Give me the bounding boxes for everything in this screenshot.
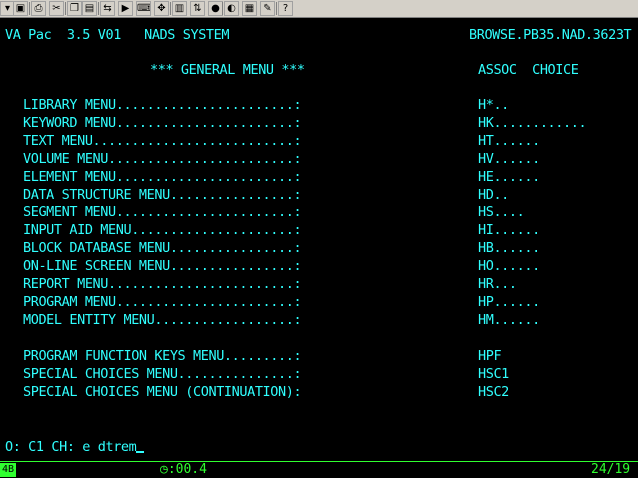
timer-value: :00.4: [167, 462, 207, 477]
toolbar-separator: [98, 2, 99, 15]
menu-item-label: LIBRARY MENU.......................:: [23, 97, 302, 113]
edit-icon[interactable]: ✎: [260, 1, 275, 16]
menu-item-code[interactable]: HM......: [478, 312, 540, 328]
command-line[interactable]: O: C1 CH: e dtrem: [5, 439, 145, 455]
connect-icon[interactable]: ⇆: [100, 1, 115, 16]
command-prefix: O: C1 CH:: [5, 439, 83, 455]
menu-item-label: MODEL ENTITY MENU..................:: [23, 311, 302, 328]
menu-item-code[interactable]: HT......: [478, 133, 540, 149]
record-icon[interactable]: ●: [208, 1, 223, 16]
menu-item-code[interactable]: HD..: [478, 187, 509, 203]
cursor-position: 24/19: [591, 462, 631, 477]
macro-icon[interactable]: ▶: [118, 1, 133, 16]
print-icon[interactable]: ⎙: [31, 1, 46, 16]
paste-icon[interactable]: ▤: [82, 1, 97, 16]
cut-icon[interactable]: ✂: [49, 1, 64, 16]
transfer-icon[interactable]: ⇅: [190, 1, 205, 16]
command-input[interactable]: e dtrem: [82, 439, 137, 455]
copy-icon[interactable]: ❐: [67, 1, 82, 16]
colors-icon[interactable]: ◐: [224, 1, 239, 16]
tools-icon[interactable]: ✥: [154, 1, 169, 16]
menu-item-label: PROGRAM FUNCTION KEYS MENU.........:: [23, 348, 302, 364]
menu-item-code[interactable]: HS....: [478, 204, 525, 220]
menu-item-code[interactable]: HI......: [478, 222, 540, 238]
menu-item-label: SEGMENT MENU.......................:: [23, 204, 302, 221]
menu-item-code[interactable]: HE......: [478, 169, 540, 185]
session-id: BROWSE.PB35.NAD.3623T: [469, 27, 632, 43]
text-cursor: [136, 451, 145, 453]
menu-item-label: ELEMENT MENU.......................:: [23, 168, 302, 185]
menu-item-label: PROGRAM MENU.......................:: [23, 293, 302, 310]
timer-readout: ◷:00.4: [160, 462, 207, 478]
menu-item-label: SPECIAL CHOICES MENU...............:: [23, 365, 302, 382]
terminal-screen[interactable]: VA Pac 3.5 V01 NADS SYSTEM BROWSE.PB35.N…: [0, 18, 638, 461]
menu-item-label: KEYWORD MENU.......................:: [23, 114, 302, 131]
help-icon[interactable]: ?: [278, 1, 293, 16]
menu-item-label: BLOCK DATABASE MENU................:: [23, 240, 302, 257]
menu-item-code[interactable]: HSC2: [478, 384, 509, 400]
menu-item-code[interactable]: HO......: [478, 258, 540, 274]
clock-icon: ◷: [160, 462, 168, 477]
toolbar-separator: [29, 2, 30, 15]
keyboard-icon[interactable]: ⌨: [136, 1, 151, 16]
menu-item-code[interactable]: HK............: [478, 115, 587, 131]
menu-item-code[interactable]: HSC1: [478, 366, 509, 382]
menu-item-label: SPECIAL CHOICES MENU (CONTINUATION):: [23, 383, 302, 400]
session-indicator: 4B: [0, 463, 16, 477]
menu-item-label: INPUT AID MENU.....................:: [23, 222, 302, 239]
toolbar: ▾ ▣ ⎙ ✂ ❐ ▤ ⇆ ▶ ⌨ ✥ ▥ ⇅ ● ◐ ▦ ✎?: [0, 0, 638, 18]
status-bar: 4B ◷:00.4 24/19: [0, 461, 638, 478]
page-title: *** GENERAL MENU ***: [150, 62, 305, 78]
settings-icon[interactable]: ▦: [242, 1, 257, 16]
menu-item-label: VOLUME MENU........................:: [23, 150, 302, 167]
save-icon[interactable]: ▣: [13, 1, 28, 16]
menu-item-code[interactable]: H*..: [478, 97, 509, 113]
menu-item-label: ON-LINE SCREEN MENU................:: [23, 258, 302, 275]
menu-item-code[interactable]: HR...: [478, 276, 517, 292]
menu-item-code[interactable]: HB......: [478, 240, 540, 256]
menu-item-code[interactable]: HPF: [478, 348, 502, 364]
assoc-choice-header: ASSOC CHOICE: [478, 62, 579, 78]
chart-icon[interactable]: ▥: [172, 1, 187, 16]
menu-item-code[interactable]: HV......: [478, 151, 540, 167]
menu-item-code[interactable]: HP......: [478, 294, 540, 310]
toolbar-separator: [170, 2, 171, 15]
toolbar-separator: [276, 2, 277, 15]
menu-item-label: REPORT MENU........................:: [23, 276, 302, 292]
menu-item-label: DATA STRUCTURE MENU................:: [23, 186, 302, 203]
menu-item-label: TEXT MENU..........................:: [23, 132, 302, 149]
toolbar-separator: [222, 2, 223, 15]
toolbar-separator: [65, 2, 66, 15]
system-header: VA Pac 3.5 V01 NADS SYSTEM: [5, 27, 230, 43]
